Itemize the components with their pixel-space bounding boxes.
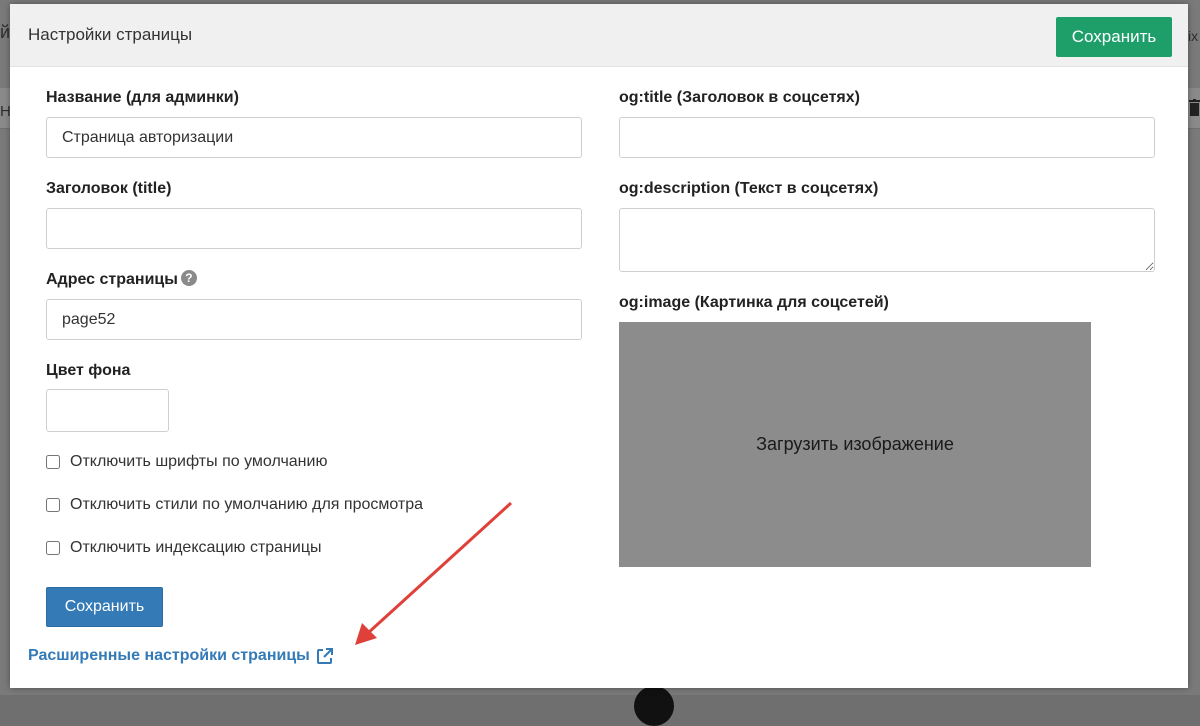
checkbox-label: Отключить стили по умолчанию для просмот… — [70, 496, 424, 513]
save-button[interactable]: Сохранить — [46, 587, 163, 627]
title-label: Заголовок (title) — [46, 180, 172, 197]
trash-icon — [1189, 99, 1200, 116]
page-settings-modal: Настройки страницы Сохранить Название (д… — [10, 4, 1188, 688]
disable-styles-checkbox[interactable] — [46, 498, 60, 512]
title-input[interactable] — [46, 208, 582, 249]
upload-label: Загрузить изображение — [756, 434, 954, 454]
name-input[interactable] — [46, 117, 582, 158]
og-title-label: og:title (Заголовок в соцсетях) — [619, 89, 860, 106]
modal-header: Настройки страницы Сохранить — [10, 4, 1188, 67]
bgcolor-input[interactable] — [46, 389, 169, 432]
checkbox-label: Отключить шрифты по умолчанию — [70, 453, 328, 470]
disable-indexing-checkbox[interactable] — [46, 541, 60, 555]
address-input[interactable] — [46, 299, 582, 340]
og-title-input[interactable] — [619, 117, 1155, 158]
checkbox-row-disable-fonts[interactable]: Отключить шрифты по умолчанию — [46, 453, 327, 471]
address-label-group: Адрес страницы? — [46, 270, 197, 289]
image-upload-area[interactable]: Загрузить изображение — [619, 322, 1091, 567]
checkbox-row-disable-styles[interactable]: Отключить стили по умолчанию для просмот… — [46, 496, 423, 514]
external-link-icon — [316, 648, 333, 664]
background-circle — [634, 686, 674, 726]
name-label: Название (для админки) — [46, 89, 239, 106]
address-label: Адрес страницы — [46, 271, 178, 288]
og-image-label: og:image (Картинка для соцсетей) — [619, 294, 889, 311]
advanced-settings-link[interactable]: Расширенные настройки страницы — [28, 647, 334, 665]
modal-title: Настройки страницы — [28, 25, 193, 44]
disable-fonts-checkbox[interactable] — [46, 455, 60, 469]
header-save-button[interactable]: Сохранить — [1056, 17, 1172, 57]
background-text: й — [0, 22, 11, 42]
checkbox-row-disable-indexing[interactable]: Отключить индексацию страницы — [46, 539, 322, 557]
background-text: ix — [1188, 28, 1199, 44]
advanced-settings-label: Расширенные настройки страницы — [28, 647, 310, 664]
checkbox-label: Отключить индексацию страницы — [70, 539, 322, 556]
og-description-textarea[interactable] — [619, 208, 1155, 272]
question-circle-icon[interactable]: ? — [180, 270, 197, 286]
og-description-label: og:description (Текст в соцсетях) — [619, 180, 879, 197]
bgcolor-label: Цвет фона — [46, 362, 131, 379]
